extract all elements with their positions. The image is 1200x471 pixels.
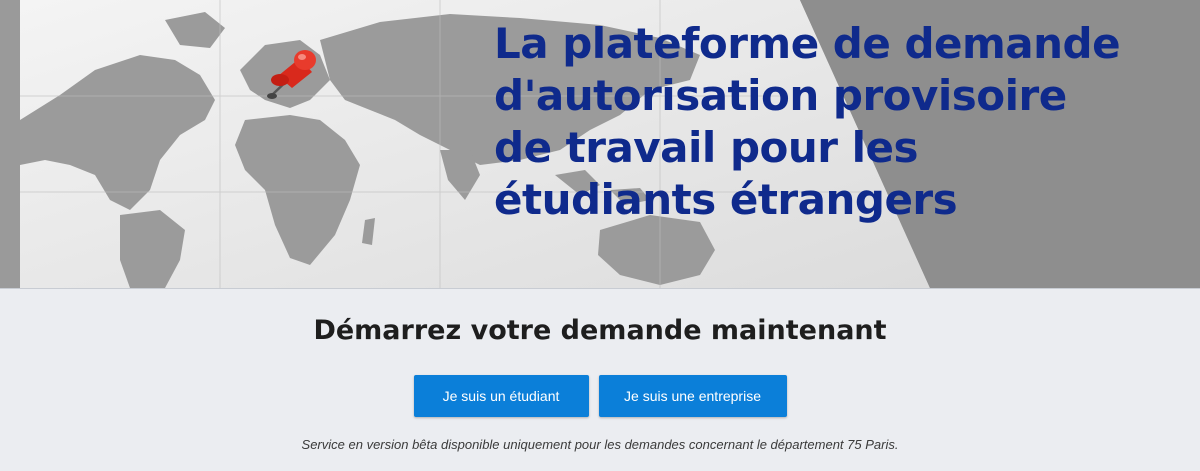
hero-banner: La plateforme de demande d'autorisation … (0, 0, 1200, 288)
company-button[interactable]: Je suis une entreprise (598, 375, 787, 417)
page-title: La plateforme de demande d'autorisation … (494, 19, 1121, 224)
start-section: Démarrez votre demande maintenant Je sui… (0, 288, 1200, 471)
start-heading: Démarrez votre demande maintenant (313, 315, 887, 346)
role-buttons: Je suis un étudiant Je suis une entrepri… (0, 375, 1200, 417)
beta-notice: Service en version bêta disponible uniqu… (301, 437, 899, 452)
student-button[interactable]: Je suis un étudiant (413, 375, 589, 417)
